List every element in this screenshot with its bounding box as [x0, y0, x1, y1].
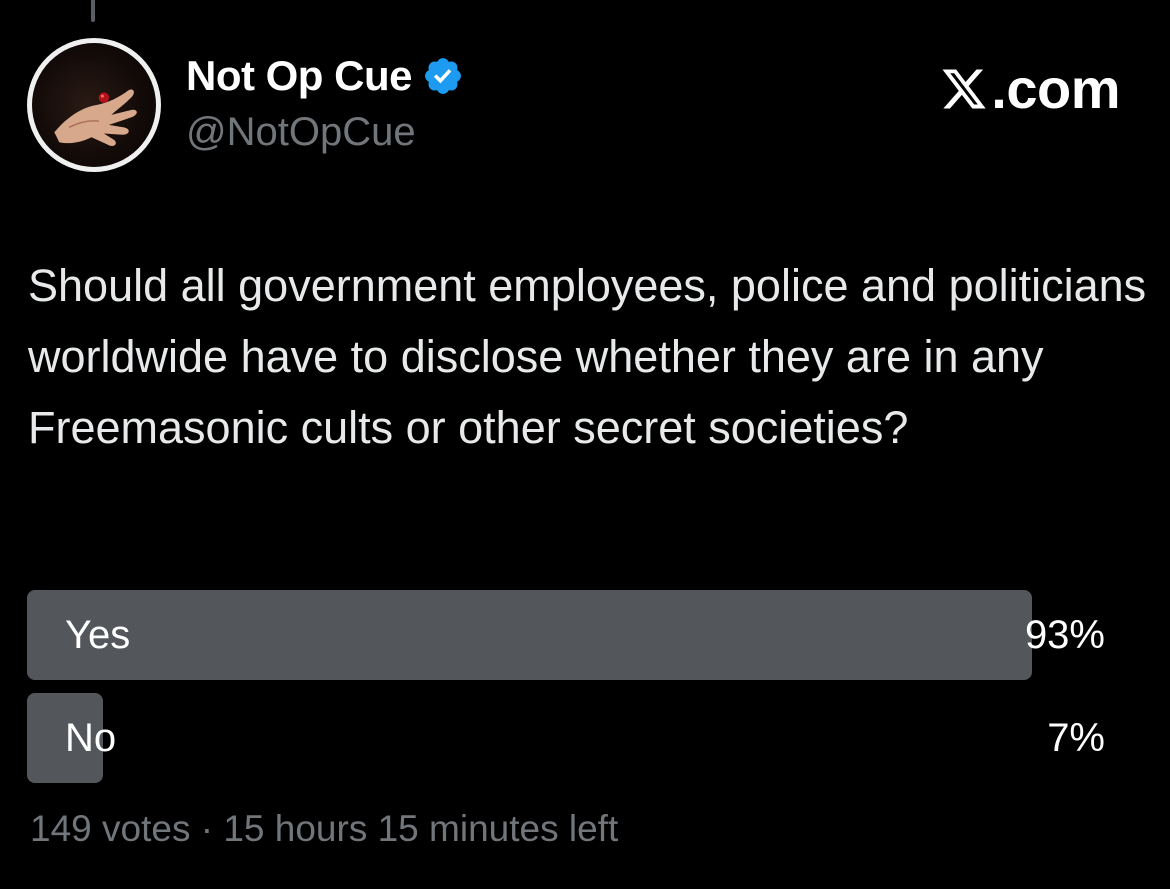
poll-meta: 149 votes · 15 hours 15 minutes left [30, 808, 619, 849]
x-logo-icon [942, 69, 986, 108]
poll-option-percent: 93% [1024, 613, 1105, 657]
poll-result-bar [27, 590, 1033, 680]
post-text: Should all government employees, police … [28, 260, 1147, 453]
avatar[interactable] [27, 38, 161, 172]
verified-badge-icon [425, 58, 461, 94]
post-card: Not Op Cue @NotOpCue .com Should all gov… [0, 0, 1170, 889]
author-display-name[interactable]: Not Op Cue [186, 52, 464, 100]
display-name-text[interactable]: Not Op Cue [186, 52, 412, 100]
poll-option-label: Yes [65, 613, 131, 657]
poll-option-no[interactable]: No 7% [27, 693, 1108, 783]
poll-option-label: No [65, 716, 117, 760]
thread-connector-line [91, 0, 95, 22]
hand-avatar-image [32, 43, 156, 167]
x-com-watermark: .com [940, 56, 1120, 121]
poll: Yes 93% No 7% [27, 590, 1108, 796]
author-handle[interactable]: @NotOpCue [186, 110, 416, 155]
watermark-domain-text: .com [991, 57, 1120, 120]
poll-option-percent: 7% [1047, 716, 1105, 760]
poll-option-yes[interactable]: Yes 93% [27, 590, 1108, 680]
